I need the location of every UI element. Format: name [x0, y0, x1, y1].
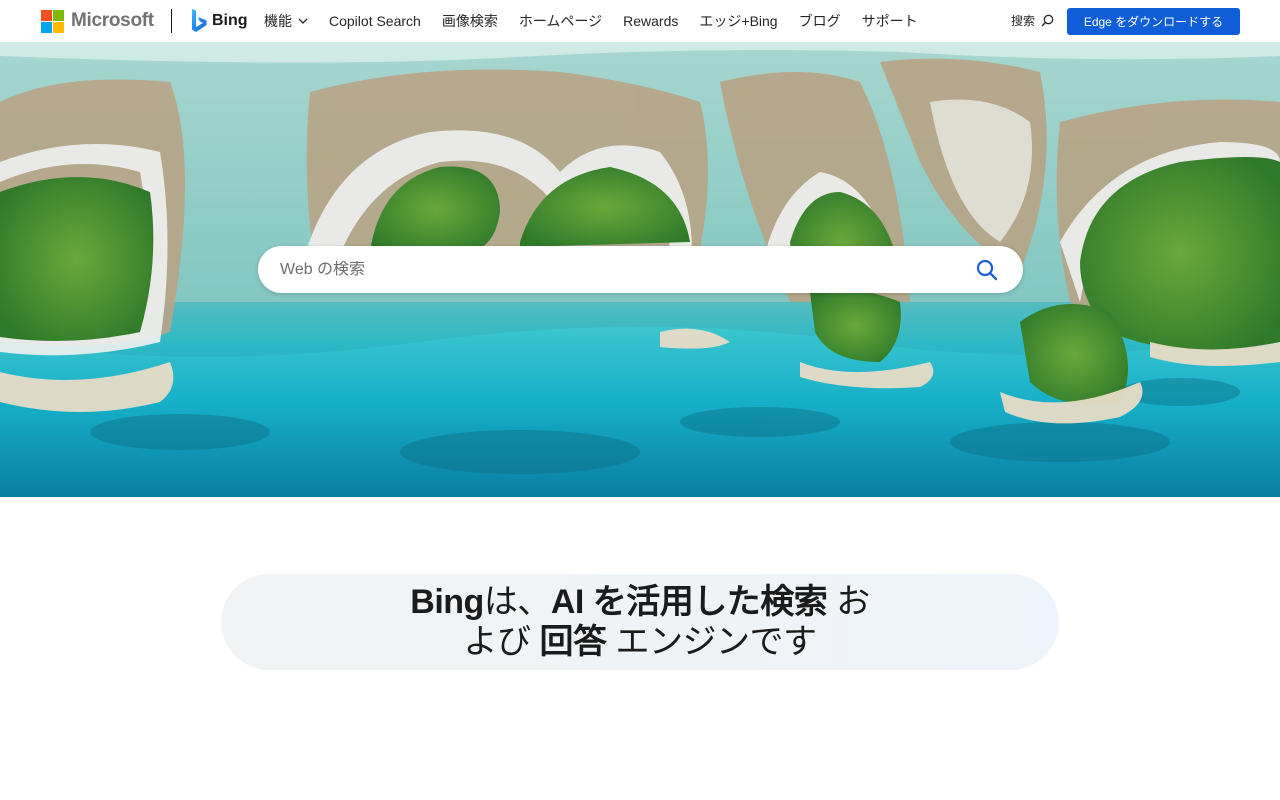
hero-background-image: [0, 42, 1280, 497]
tagline-text: Bingは、AI を活用した検索 お よび 回答 エンジンです: [390, 582, 890, 662]
top-navigation-bar: Microsoft Bing 機能 Copilot Search 画像検索 ホー…: [0, 0, 1280, 42]
header-search-link[interactable]: 搜索: [1011, 12, 1054, 29]
nav-item-blog[interactable]: ブログ: [799, 11, 841, 31]
tagline-is: は、: [483, 583, 552, 621]
search-icon: [1041, 14, 1054, 27]
main-nav: 機能 Copilot Search 画像検索 ホームページ Rewards エッ…: [264, 0, 939, 42]
microsoft-logo-icon: [41, 9, 64, 33]
header-search-label: 搜索: [1011, 14, 1036, 28]
tagline-and-2: よび: [463, 623, 532, 661]
nav-item-rewards[interactable]: Rewards: [623, 13, 678, 29]
web-search-bar: [258, 246, 1023, 293]
bing-logo-icon: [192, 9, 207, 32]
nav-item-label: 機能: [264, 13, 292, 29]
download-edge-button[interactable]: Edge をダウンロードする: [1067, 8, 1240, 35]
tagline-bing: Bing: [410, 583, 484, 621]
nav-item-features[interactable]: 機能: [264, 11, 308, 31]
microsoft-logo[interactable]: Microsoft: [41, 9, 154, 33]
chevron-down-icon: [298, 18, 308, 24]
tagline-banner: Bingは、AI を活用した検索 お よび 回答 エンジンです: [221, 574, 1059, 670]
nav-item-homepage[interactable]: ホームページ: [519, 11, 602, 31]
nav-item-support[interactable]: サポート: [862, 11, 918, 31]
bing-logo-text: Bing: [212, 12, 248, 29]
logo-divider: [171, 9, 172, 33]
nav-item-copilot-search[interactable]: Copilot Search: [329, 13, 421, 29]
search-icon[interactable]: [975, 258, 999, 282]
tagline-ai-search: AI を活用した検索: [550, 583, 828, 621]
nav-item-image-search[interactable]: 画像検索: [442, 11, 498, 31]
bing-logo[interactable]: Bing: [190, 8, 248, 34]
tagline-and-1: お: [836, 583, 870, 621]
tagline-answer: 回答: [539, 623, 608, 661]
tagline-engine: エンジンです: [615, 623, 817, 661]
search-input[interactable]: [280, 260, 960, 279]
nav-item-edge-bing[interactable]: エッジ+Bing: [699, 11, 777, 31]
microsoft-logo-text: Microsoft: [71, 10, 154, 31]
